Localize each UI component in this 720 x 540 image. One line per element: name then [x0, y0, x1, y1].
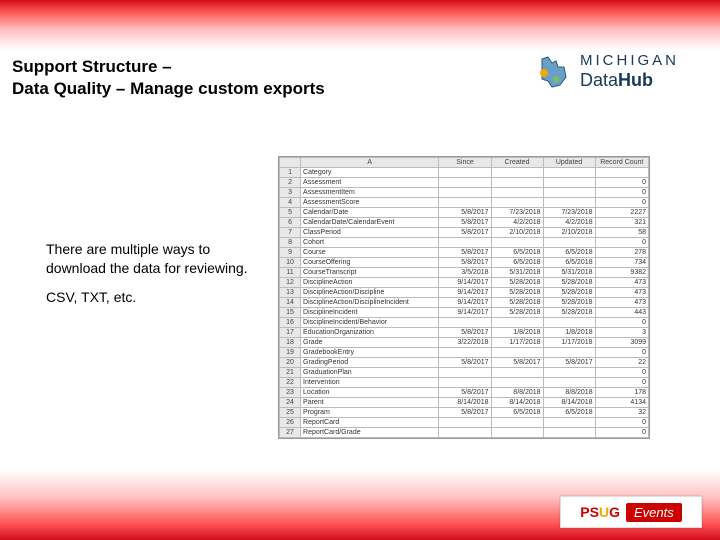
michigan-datahub-logo: MICHIGAN DataHub	[534, 52, 704, 96]
col-letter: A	[301, 158, 439, 168]
table-row: 22Intervention0	[280, 378, 649, 388]
table-row: 18Grade3/22/20181/17/20181/17/20183099	[280, 338, 649, 348]
table-row: 1Category	[280, 168, 649, 178]
michigan-map-icon	[534, 53, 574, 91]
table-row: 11CourseTranscript3/5/20185/31/20185/31/…	[280, 268, 649, 278]
body-copy: There are multiple ways to download the …	[46, 240, 256, 307]
corner-cell	[280, 158, 301, 168]
col-since: Since	[439, 158, 491, 168]
title-line-2: Data Quality – Manage custom exports	[12, 79, 325, 98]
top-gradient-band	[0, 0, 720, 50]
col-count: Record Count	[595, 158, 648, 168]
table-row: 14DisciplineAction/DisciplineIncident9/1…	[280, 298, 649, 308]
table-row: 9Course5/8/20176/5/20186/5/2018278	[280, 248, 649, 258]
table-row: 13DisciplineAction/Discipline9/14/20175/…	[280, 288, 649, 298]
table-row: 26ReportCard0	[280, 418, 649, 428]
spreadsheet-screenshot: A Since Created Updated Record Count 1Ca…	[278, 156, 650, 439]
logo-line-2: DataHub	[580, 70, 653, 90]
table-row: 21GraduationPlan0	[280, 368, 649, 378]
body-paragraph-1: There are multiple ways to download the …	[46, 240, 256, 278]
slide-title: Support Structure – Data Quality – Manag…	[12, 56, 325, 100]
table-row: 6CalendarDate/CalendarEvent5/8/20174/2/2…	[280, 218, 649, 228]
table-row: 7ClassPeriod5/8/20172/10/20182/10/201858	[280, 228, 649, 238]
table-row: 25Program5/8/20176/5/20186/5/201832	[280, 408, 649, 418]
table-row: 27ReportCard/Grade0	[280, 428, 649, 438]
table-row: 15DisciplineIncident9/14/20175/28/20185/…	[280, 308, 649, 318]
psug-events-logo: PSUG Events	[560, 496, 702, 528]
table-row: 16DisciplineIncident/Behavior0	[280, 318, 649, 328]
table-row: 17EducationOrganization5/8/20171/8/20181…	[280, 328, 649, 338]
table-row: 5Calendar/Date5/8/20177/23/20187/23/2018…	[280, 208, 649, 218]
title-line-1: Support Structure –	[12, 57, 172, 76]
table-row: 8Cohort0	[280, 238, 649, 248]
psug-text: PSUG	[580, 504, 620, 520]
col-updated: Updated	[543, 158, 595, 168]
table-row: 20GradingPeriod5/8/20175/8/20175/8/20172…	[280, 358, 649, 368]
table-row: 12DisciplineAction9/14/20175/28/20185/28…	[280, 278, 649, 288]
table-row: 23Location5/8/20178/8/20188/8/2018178	[280, 388, 649, 398]
table-row: 19GradebookEntry0	[280, 348, 649, 358]
table-row: 3AssessmentItem0	[280, 188, 649, 198]
col-created: Created	[491, 158, 543, 168]
table-row: 2Assessment0	[280, 178, 649, 188]
table-row: 10CourseOffering5/8/20176/5/20186/5/2018…	[280, 258, 649, 268]
column-letter-row: A Since Created Updated Record Count	[280, 158, 649, 168]
body-paragraph-2: CSV, TXT, etc.	[46, 288, 256, 307]
logo-line-1: MICHIGAN	[580, 52, 679, 69]
table-row: 24Parent8/14/20188/14/20188/14/20184134	[280, 398, 649, 408]
table-row: 4AssessmentScore0	[280, 198, 649, 208]
events-badge: Events	[626, 503, 682, 522]
